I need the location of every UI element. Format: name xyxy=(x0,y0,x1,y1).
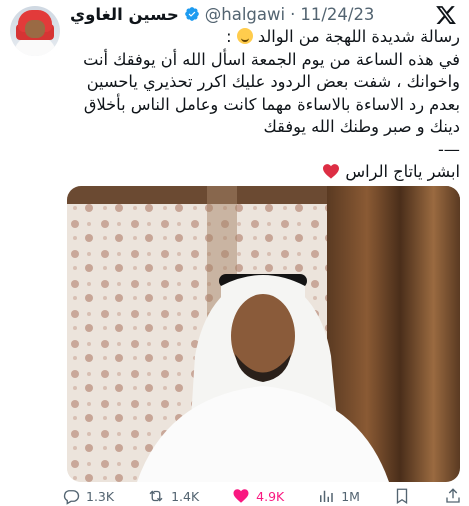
reply-count: 1.3K xyxy=(86,488,115,504)
reply-button[interactable]: 1.3K xyxy=(62,486,114,506)
author-avatar[interactable] xyxy=(10,6,60,56)
tweet-photo[interactable] xyxy=(67,186,460,482)
repost-count: 1.4K xyxy=(171,488,200,504)
tweet-line-7-text: ابشر ياتاج الراس xyxy=(345,162,460,181)
tweet-line-1-text: رسالة شديدة اللهجة من الوالد xyxy=(257,27,460,46)
tweet-line-4: بعدم رد الاساءة بالاساءة مهما كانت وعامل… xyxy=(83,94,460,114)
heart-icon xyxy=(233,489,249,503)
tweet-line-7: ابشر ياتاج الراس xyxy=(68,161,460,184)
share-button[interactable] xyxy=(444,486,462,506)
views-button[interactable]: 1M xyxy=(317,486,360,506)
reply-icon xyxy=(63,490,80,505)
tweet-line-6: —- xyxy=(437,139,460,159)
author-display-name[interactable]: حسين الغاوي xyxy=(70,5,179,24)
verified-badge-icon xyxy=(184,7,199,21)
tweet-header: حسين الغاوي @halgawi · 11/24/23 xyxy=(70,4,374,24)
repost-button[interactable]: 1.4K xyxy=(147,486,199,506)
like-button[interactable]: 4.9K xyxy=(232,486,284,506)
tweet-line-5: دينك و صبر وطنك الله يوفقك xyxy=(263,117,460,136)
share-icon xyxy=(446,488,460,503)
tweet-line-2: في هذه الساعة من يوم الجمعة اسأل الله أن… xyxy=(83,49,460,69)
tweet-actions: 1.3K 1.4K 4.9K 1M xyxy=(62,486,462,506)
repost-icon xyxy=(149,490,163,502)
tweet-line-1: رسالة شديدة اللهجة من الوالد : xyxy=(226,27,460,46)
views-chart-icon xyxy=(320,490,333,502)
photo-scene xyxy=(67,186,460,482)
red-heart-emoji-icon xyxy=(323,164,340,179)
header-separator: · xyxy=(290,4,296,24)
like-count: 4.9K xyxy=(256,488,285,504)
avatar-face xyxy=(25,20,45,38)
bookmark-icon xyxy=(396,488,408,505)
tweet-line-3: واخوانك ، شفت بعض الردود عليك اكرر تحذير… xyxy=(86,72,460,91)
author-handle[interactable]: @halgawi xyxy=(205,5,285,24)
tweet-date[interactable]: 11/24/23 xyxy=(300,5,374,24)
grinning-sweat-emoji-icon xyxy=(236,28,253,44)
tweet-text: رسالة شديدة اللهجة من الوالد : في هذه ال… xyxy=(68,26,460,184)
x-logo-icon[interactable] xyxy=(435,4,457,26)
views-count: 1M xyxy=(341,488,360,504)
bookmark-button[interactable] xyxy=(393,486,411,506)
